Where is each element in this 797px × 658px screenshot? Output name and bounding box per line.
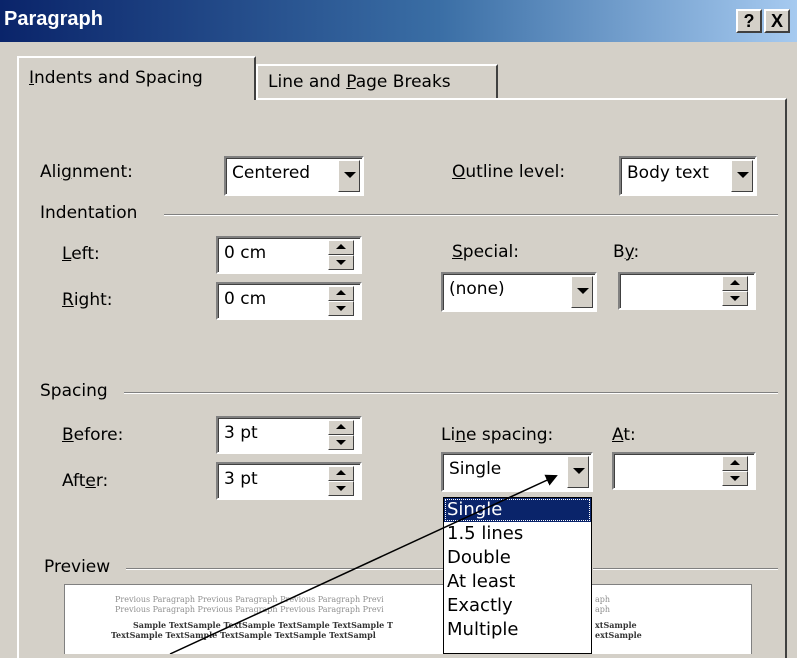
tab-indents-and-spacing[interactable]: Indents and Spacing bbox=[17, 56, 256, 100]
spacing-before-input[interactable]: 3 pt bbox=[216, 416, 362, 454]
spin-down-icon[interactable] bbox=[722, 291, 748, 306]
line-spacing-option[interactable]: At least bbox=[444, 570, 591, 594]
preview-previous-line: Previous Paragraph Previous Paragraph Pr… bbox=[115, 605, 384, 614]
preview-fragment: extSample bbox=[595, 630, 642, 640]
spacing-after-spinner[interactable] bbox=[328, 466, 354, 496]
preview-sample-line: TextSample TextSample TextSample TextSam… bbox=[111, 630, 376, 640]
spacing-after-input[interactable]: 3 pt bbox=[216, 462, 362, 500]
chevron-down-icon[interactable] bbox=[571, 276, 593, 308]
help-button[interactable]: ? bbox=[736, 9, 762, 33]
indent-left-input[interactable]: 0 cm bbox=[216, 236, 362, 274]
indent-right-spinner[interactable] bbox=[328, 286, 354, 316]
indentation-group-label: Indentation bbox=[40, 203, 138, 223]
spacing-after-label: After: bbox=[62, 471, 109, 491]
line-spacing-option[interactable]: Exactly bbox=[444, 594, 591, 618]
outline-level-value: Body text bbox=[627, 163, 709, 183]
by-input[interactable] bbox=[618, 272, 756, 310]
line-spacing-select[interactable]: Single bbox=[441, 452, 593, 492]
spin-up-icon[interactable] bbox=[722, 456, 748, 471]
chevron-down-icon[interactable] bbox=[567, 456, 589, 488]
tab-line-and-page-breaks[interactable]: Line and Page Breaks bbox=[256, 64, 498, 98]
spin-down-icon[interactable] bbox=[328, 301, 354, 316]
chevron-down-icon[interactable] bbox=[338, 160, 360, 192]
spin-up-icon[interactable] bbox=[328, 466, 354, 481]
spacing-before-label: Before: bbox=[62, 425, 124, 445]
preview-divider-right bbox=[593, 568, 778, 570]
outline-level-select[interactable]: Body text bbox=[619, 156, 757, 196]
spin-down-icon[interactable] bbox=[328, 481, 354, 496]
alignment-label: Alignment: bbox=[40, 162, 133, 182]
alignment-select[interactable]: Centered bbox=[224, 156, 364, 196]
line-spacing-option[interactable]: Multiple bbox=[444, 618, 591, 642]
preview-sample-line: Sample TextSample TextSample TextSample … bbox=[133, 620, 393, 630]
outline-level-label: Outline level: bbox=[452, 162, 566, 182]
at-label: At: bbox=[612, 425, 636, 445]
preview-fragment: aph bbox=[595, 605, 611, 614]
chevron-down-icon[interactable] bbox=[731, 160, 753, 192]
spin-up-icon[interactable] bbox=[722, 276, 748, 291]
indentation-divider bbox=[164, 214, 778, 216]
by-label: By: bbox=[613, 242, 640, 262]
line-spacing-option[interactable]: Double bbox=[444, 546, 591, 570]
line-spacing-dropdown-list[interactable]: Single 1.5 lines Double At least Exactly… bbox=[443, 497, 592, 654]
spacing-before-spinner[interactable] bbox=[328, 420, 354, 450]
line-spacing-label: Line spacing: bbox=[441, 425, 554, 445]
indent-left-label: Left: bbox=[62, 244, 100, 264]
at-spinner[interactable] bbox=[722, 456, 748, 486]
by-spinner[interactable] bbox=[722, 276, 748, 306]
special-label: Special: bbox=[452, 242, 519, 262]
close-button[interactable]: X bbox=[764, 9, 790, 33]
preview-group-label: Preview bbox=[44, 557, 111, 577]
line-spacing-option[interactable]: 1.5 lines bbox=[444, 522, 591, 546]
preview-divider bbox=[126, 568, 443, 570]
preview-previous-line: Previous Paragraph Previous Paragraph Pr… bbox=[115, 595, 384, 604]
preview-fragment: aph bbox=[595, 595, 611, 604]
window-title: Paragraph bbox=[4, 8, 103, 30]
spacing-divider bbox=[124, 392, 778, 394]
paragraph-preview: Previous Paragraph Previous Paragraph Pr… bbox=[64, 584, 752, 654]
at-input[interactable] bbox=[612, 452, 756, 490]
indent-right-input[interactable]: 0 cm bbox=[216, 282, 362, 320]
spin-up-icon[interactable] bbox=[328, 286, 354, 301]
spin-up-icon[interactable] bbox=[328, 240, 354, 255]
title-bar: Paragraph ? X bbox=[0, 0, 797, 42]
indent-left-spinner[interactable] bbox=[328, 240, 354, 270]
spin-down-icon[interactable] bbox=[722, 471, 748, 486]
preview-fragment: xtSample bbox=[595, 620, 637, 630]
line-spacing-option[interactable]: Single bbox=[444, 498, 591, 522]
special-select[interactable]: (none) bbox=[441, 272, 597, 312]
spin-down-icon[interactable] bbox=[328, 435, 354, 450]
spacing-group-label: Spacing bbox=[40, 381, 108, 401]
indent-right-label: Right: bbox=[62, 290, 113, 310]
spin-up-icon[interactable] bbox=[328, 420, 354, 435]
spin-down-icon[interactable] bbox=[328, 255, 354, 270]
alignment-value: Centered bbox=[232, 163, 311, 183]
